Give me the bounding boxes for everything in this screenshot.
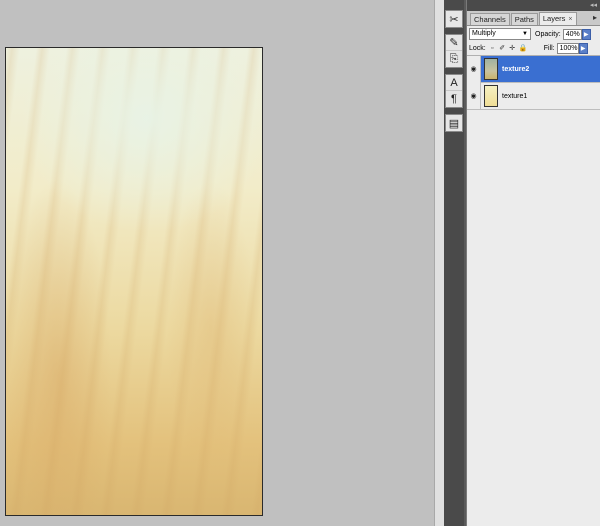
tab-paths[interactable]: Paths: [510, 13, 538, 25]
lock-row: Lock: ▫ ✐ ✛ 🔒 Fill: 100% ▶: [467, 42, 600, 56]
panel-dock-gutter: [434, 0, 444, 526]
lock-all-icon[interactable]: 🔒: [519, 45, 528, 52]
collapse-icon[interactable]: ◂◂: [590, 1, 597, 9]
tool-group-1: ✂: [445, 10, 463, 28]
paragraph-icon[interactable]: ¶: [446, 91, 462, 107]
panel-menu-icon[interactable]: ▸: [593, 13, 597, 22]
eye-icon[interactable]: ◉: [467, 55, 481, 83]
tool-presets-icon[interactable]: ✂: [446, 11, 462, 27]
fill-input[interactable]: 100%: [556, 43, 579, 54]
opacity-label: Opacity:: [535, 30, 561, 38]
document-canvas[interactable]: [5, 47, 263, 516]
lock-transparent-icon[interactable]: ▫: [489, 45, 496, 52]
lock-image-icon[interactable]: ✐: [499, 45, 506, 52]
chevron-down-icon: ▼: [522, 31, 528, 37]
close-icon[interactable]: ×: [568, 16, 572, 23]
blend-mode-select[interactable]: Multiply ▼: [469, 28, 531, 40]
panel-icon-column: ✂ ✎ ⎘ A ¶ ▤: [445, 10, 463, 138]
brush-icon[interactable]: ✎: [446, 35, 462, 51]
tab-layers[interactable]: Layers ×: [538, 12, 577, 25]
tab-paths-label: Paths: [514, 15, 534, 24]
layer-name: texture2: [502, 65, 530, 73]
layer-row-texture2[interactable]: ◉ texture2: [467, 55, 600, 83]
character-icon[interactable]: A: [446, 75, 462, 91]
tool-group-3: A ¶: [445, 74, 463, 108]
layer-name: texture1: [502, 92, 528, 100]
tab-layers-label: Layers: [542, 14, 566, 23]
panel-titlebar[interactable]: ◂◂: [467, 0, 600, 11]
layer-thumbnail: [484, 85, 498, 107]
panel-tabs: Channels Paths Layers × ▸: [467, 11, 600, 26]
fill-arrow-icon[interactable]: ▶: [578, 43, 588, 54]
blend-mode-value: Multiply: [472, 30, 496, 37]
fill-label: Fill:: [543, 45, 555, 52]
layers-panel: ◂◂ Channels Paths Layers × ▸ Multiply ▼ O…: [466, 0, 600, 526]
blend-row: Multiply ▼ Opacity: 40% ▶: [467, 26, 600, 42]
clone-source-icon[interactable]: ⎘: [446, 51, 462, 67]
tab-channels[interactable]: Channels: [470, 13, 510, 25]
layer-list: ◉ texture2 ◉ texture1: [467, 55, 600, 526]
layer-thumbnail: [484, 58, 498, 80]
lock-position-icon[interactable]: ✛: [509, 45, 516, 52]
tool-group-2: ✎ ⎘: [445, 34, 463, 68]
opacity-arrow-icon[interactable]: ▶: [581, 28, 591, 40]
tab-channels-label: Channels: [474, 15, 506, 24]
tool-group-4: ▤: [445, 114, 463, 132]
opacity-input[interactable]: 40%: [562, 28, 582, 40]
layer-row-texture1[interactable]: ◉ texture1: [467, 82, 600, 110]
eye-icon[interactable]: ◉: [467, 82, 481, 110]
layer-comps-icon[interactable]: ▤: [446, 115, 462, 131]
lock-label: Lock:: [469, 45, 486, 52]
workspace: [0, 0, 434, 526]
